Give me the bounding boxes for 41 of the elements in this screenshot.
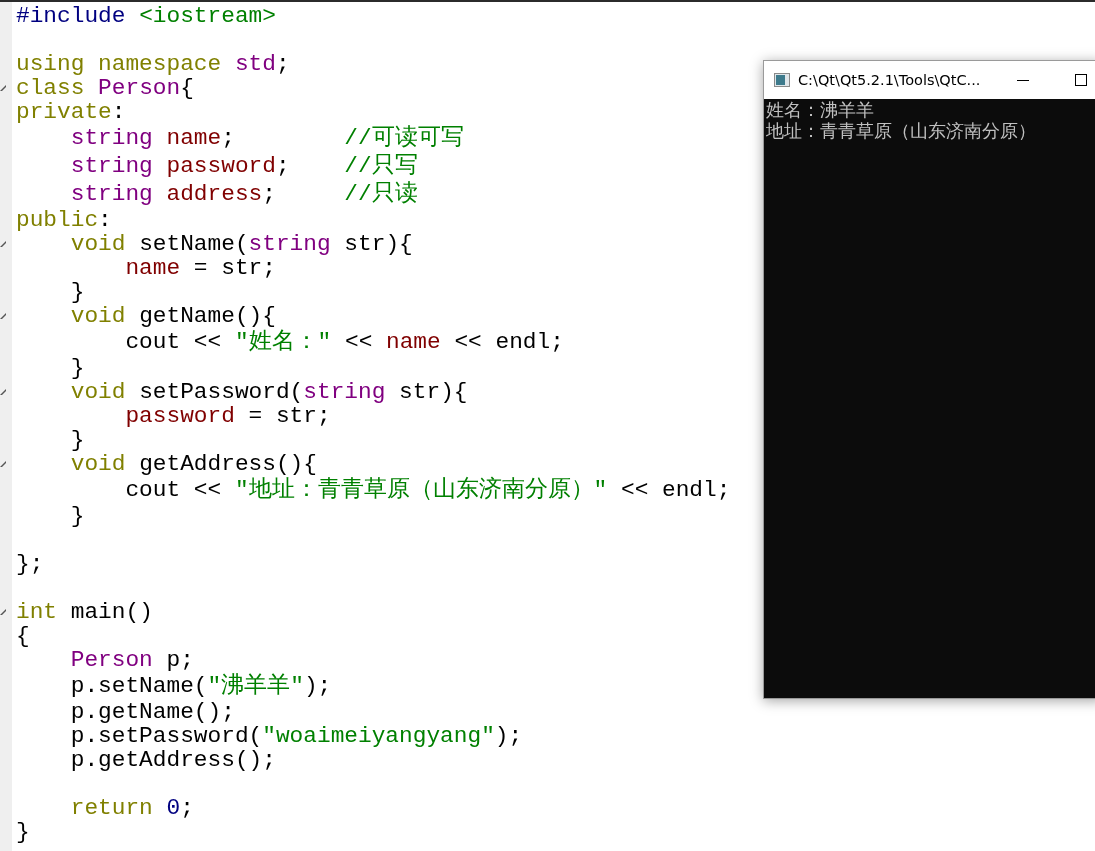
fold-marker-icon[interactable] <box>0 241 6 247</box>
code-line: cout << "姓名：" << name << endl; <box>124 330 564 354</box>
code-line: p.getName(); <box>69 700 235 724</box>
code-line: private: <box>16 100 126 124</box>
code-line: #include <iostream> <box>16 4 276 28</box>
console-window-icon <box>774 73 790 87</box>
code-line: void getAddress(){ <box>69 452 317 476</box>
code-line: void setPassword(string str){ <box>69 380 468 404</box>
code-line: } <box>69 428 85 452</box>
code-line: using namespace std; <box>16 52 290 76</box>
code-line: p.setPassword("woaimeiyangyang"); <box>69 724 523 748</box>
code-line: string name; //可读可写 <box>69 126 464 150</box>
fold-marker-icon[interactable] <box>0 389 6 395</box>
code-line: { <box>16 624 30 648</box>
code-line: void setName(string str){ <box>69 232 413 256</box>
window-title: C:\Qt\Qt5.2.1\Tools\QtC... <box>798 72 982 88</box>
fold-marker-icon[interactable] <box>0 85 6 91</box>
code-line: void getName(){ <box>69 304 276 328</box>
code-line: } <box>69 504 85 528</box>
maximize-icon[interactable] <box>1074 73 1088 87</box>
code-line: } <box>69 356 85 380</box>
code-line: cout << "地址：青青草原（山东济南分原）" << endl; <box>124 478 731 502</box>
code-line: p.getAddress(); <box>69 748 276 772</box>
fold-marker-icon[interactable] <box>0 313 6 319</box>
code-line: return 0; <box>69 796 194 820</box>
code-line: }; <box>16 552 44 576</box>
console-output-line: 姓名：沸羊羊 <box>766 99 875 120</box>
fold-marker-icon[interactable] <box>0 461 6 467</box>
code-line: public: <box>16 208 112 232</box>
code-line: password = str; <box>124 404 331 428</box>
code-line: } <box>69 280 85 304</box>
fold-marker-icon[interactable] <box>0 609 6 615</box>
code-line: class Person{ <box>16 76 194 100</box>
code-line: string address; //只读 <box>69 182 418 206</box>
code-line: } <box>16 820 30 844</box>
code-line: p.setName("沸羊羊"); <box>69 674 332 698</box>
console-output-line: 地址：青青草原（山东济南分原） <box>766 120 1037 141</box>
code-line: int main() <box>16 600 153 624</box>
code-line: name = str; <box>124 256 276 280</box>
code-line: Person p; <box>69 648 194 672</box>
code-line: string password; //只写 <box>69 154 418 178</box>
